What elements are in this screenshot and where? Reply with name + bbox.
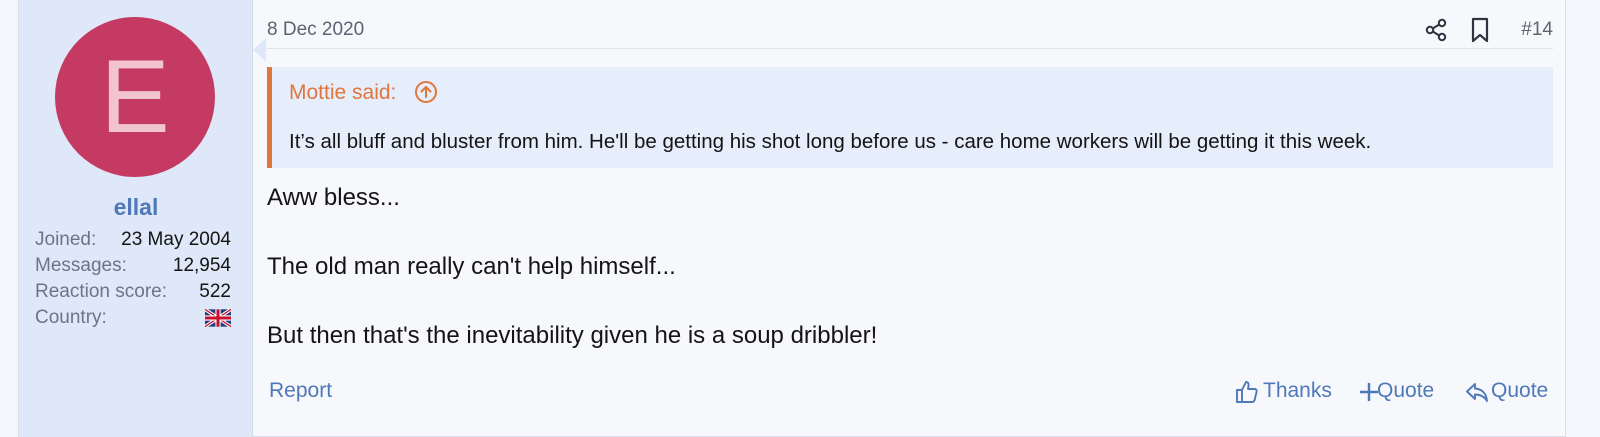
quote-header[interactable]: Mottie said: [272, 67, 1553, 118]
post-date[interactable]: 8 Dec 2020 [267, 19, 364, 41]
messages-stat: Messages: 12,954 [35, 253, 231, 279]
post-main: 8 Dec 2020 #14 Mottie said: It’s all blu… [267, 0, 1553, 437]
reaction-score-value: 522 [199, 281, 231, 302]
post-footer: Report Thanks Quote Quote [267, 375, 1553, 407]
multiquote-label: Quote [1377, 379, 1435, 402]
country-label: Country: [35, 307, 107, 328]
report-link[interactable]: Report [269, 379, 332, 403]
reaction-score-stat: Reaction score: 522 [35, 279, 231, 305]
messages-label: Messages: [35, 255, 127, 276]
quote-author[interactable]: Mottie said: [289, 81, 396, 105]
joined-value: 23 May 2004 [121, 229, 231, 250]
uk-flag-icon [205, 309, 231, 327]
post-actions: #14 [1423, 16, 1553, 44]
share-icon[interactable] [1423, 16, 1449, 44]
thumbs-up-icon [1236, 381, 1258, 403]
user-panel-arrow [253, 38, 266, 62]
post-number-link[interactable]: #14 [1521, 19, 1553, 41]
user-info-panel: E ellal Joined: 23 May 2004 Messages: 12… [19, 0, 253, 437]
country-stat: Country: [35, 305, 231, 331]
thanks-label: Thanks [1263, 379, 1332, 402]
messages-value: 12,954 [172, 255, 231, 276]
username-link[interactable]: ellal [19, 194, 253, 221]
quote-reply-label: Quote [1491, 379, 1549, 402]
message-line-1: Aww bless... [267, 184, 400, 211]
multiquote-button[interactable]: Quote [1359, 379, 1441, 407]
post-header-divider [267, 48, 1553, 49]
thanks-button[interactable]: Thanks [1235, 379, 1333, 407]
reaction-score-label: Reaction score: [35, 281, 168, 302]
quote-text: It’s all bluff and bluster from him. He'… [289, 130, 1372, 153]
bookmark-icon[interactable] [1467, 16, 1493, 44]
quote-reply-button[interactable]: Quote [1465, 379, 1553, 407]
message-line-3: But then that's the inevitability given … [267, 322, 878, 349]
arrow-up-circle-icon[interactable] [414, 80, 438, 104]
message-line-2: The old man really can't help himself... [267, 253, 676, 280]
quote-block: Mottie said: It’s all bluff and bluster … [267, 67, 1553, 168]
joined-stat: Joined: 23 May 2004 [35, 227, 231, 253]
joined-label: Joined: [35, 229, 97, 250]
forum-post: E ellal Joined: 23 May 2004 Messages: 12… [18, 0, 1566, 437]
avatar[interactable]: E [55, 17, 215, 177]
plus-icon [1360, 383, 1378, 401]
reply-arrow-icon [1466, 383, 1488, 402]
